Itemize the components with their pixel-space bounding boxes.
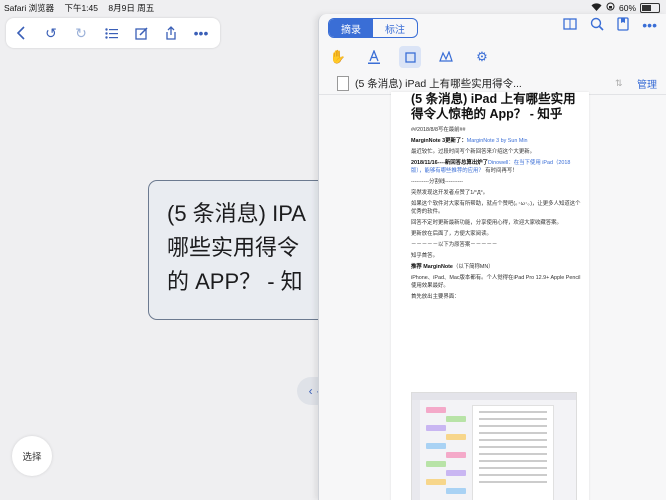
screenshot-note-card [426, 425, 446, 431]
screenshot-note-card [446, 488, 466, 494]
battery-level [642, 4, 651, 11]
redo-button[interactable]: ↻ [66, 18, 96, 48]
page-paragraph: 2018/11/16----新回答总算出炉了Dinowell：在当下使用 iPa… [411, 160, 571, 174]
document-page[interactable]: (5 条消息) iPad 上有哪些实用得令人惊艳的 App？ - 知乎 ##20… [391, 92, 589, 500]
share-icon [166, 26, 176, 40]
page-paragraph: 最近较忙。过段时间写个新回答来介绍这个大更新。 [411, 149, 535, 155]
outline-button[interactable] [96, 18, 126, 48]
battery-percent: 60% [618, 2, 636, 13]
back-button[interactable] [6, 18, 36, 48]
document-icon [337, 75, 349, 91]
undo-button[interactable]: ↺ [36, 18, 66, 48]
ellipsis-icon: ••• [193, 25, 209, 41]
rect-select-icon[interactable] [399, 46, 421, 68]
tab-excerpt[interactable]: 摘录 [329, 19, 373, 37]
screenshot-note-card [426, 461, 446, 467]
search-icon[interactable] [590, 17, 604, 34]
screenshot-note-card [426, 443, 446, 449]
status-date: 8月9日 周五 [108, 3, 155, 13]
page-paragraph: 知乎首答。 [411, 253, 438, 259]
tab-annotate[interactable]: 标注 [373, 19, 417, 37]
page-paragraph: 首先放出主要界面： [411, 294, 460, 300]
manage-button[interactable]: 管理 [637, 76, 657, 91]
page-link[interactable]: MarginNote 3 by Sun Min [467, 138, 528, 144]
screenshot-note-card [446, 416, 466, 422]
more-icon[interactable]: ••• [642, 17, 657, 34]
sort-icon[interactable]: ⇅ [615, 78, 623, 89]
page-paragraph: 更新放在后面了，方便大家阅读。 [411, 231, 492, 237]
embedded-screenshot [411, 392, 577, 500]
screenshot-note-card [426, 479, 446, 485]
more-button[interactable]: ••• [186, 18, 216, 48]
list-icon [104, 27, 118, 39]
settings-icon[interactable]: ⚙ [471, 46, 493, 68]
status-bar: Safari 浏览器 下午1:45 8月9日 周五 60% [0, 0, 666, 14]
page-paragraph: MarginNote 3更新了：MarginNote 3 by Sun Min [411, 138, 528, 144]
battery-icon [640, 2, 660, 13]
screenshot-note-card [446, 470, 466, 476]
screenshot-sidebar [412, 400, 420, 500]
mindmap-toolbar: ↺ ↻ ••• [6, 18, 220, 48]
status-time: 下午1:45 [64, 3, 98, 13]
page-paragraph: 突然发现这开发者点赞了1/°Д°。 [411, 190, 489, 196]
panel-actions: ••• [563, 17, 657, 34]
page-paragraph: iPhone、iPad、Mac版本都有。个人觉得在iPad Pro 12.9+ … [411, 275, 581, 289]
hand-tool-icon[interactable]: ✋ [327, 46, 349, 68]
chevron-left-icon [16, 26, 25, 40]
screenshot-note-card [446, 434, 466, 440]
document-panel: 摘录 标注 ••• ✋ ⚙ (5 条消息) iPad 上有哪些实用得令... ⇅… [318, 14, 666, 500]
page-paragraph: 如果这个软件对大家有所帮助，就点个赞吧(｡･ω･｡)，让更多人知道这个优秀的软件… [411, 201, 581, 215]
redo-icon: ↻ [75, 24, 87, 41]
lasso-icon[interactable] [435, 46, 457, 68]
panel-tabs: 摘录 标注 [328, 18, 418, 38]
page-paragraph: ##2018/8/8写在最前## [411, 127, 466, 133]
edit-icon [134, 26, 148, 40]
page-paragraph: ----------分割线---------- [411, 179, 464, 185]
select-button[interactable]: 选择 [12, 436, 52, 476]
page-paragraph: 回答不定时更新最新功能，分享使用心得，欢迎大家收藏答案。 [411, 220, 562, 226]
screenshot-document [472, 405, 554, 500]
page-heading: (5 条消息) iPad 上有哪些实用得令人惊艳的 App？ - 知乎 [411, 92, 576, 121]
book-icon[interactable] [563, 17, 577, 34]
screenshot-note-card [446, 452, 466, 458]
share-button[interactable] [156, 18, 186, 48]
document-title[interactable]: (5 条消息) iPad 上有哪些实用得令... [355, 76, 525, 91]
undo-icon: ↺ [45, 24, 57, 41]
edit-button[interactable] [126, 18, 156, 48]
annotation-tools: ✋ ⚙ [327, 46, 493, 68]
bookmark-icon[interactable] [617, 17, 629, 34]
screenshot-toolbar [412, 393, 576, 400]
text-highlight-icon[interactable] [363, 46, 385, 68]
page-paragraph: －－－－－以下为原答案－－－－－ [411, 242, 498, 248]
screenshot-note-card [426, 407, 446, 413]
wifi-icon [591, 2, 602, 13]
page-paragraph: 推荐 MarginNote（以下简称MN） [411, 264, 494, 270]
status-app[interactable]: Safari 浏览器 [4, 3, 54, 13]
lock-rotation-icon [606, 2, 615, 13]
